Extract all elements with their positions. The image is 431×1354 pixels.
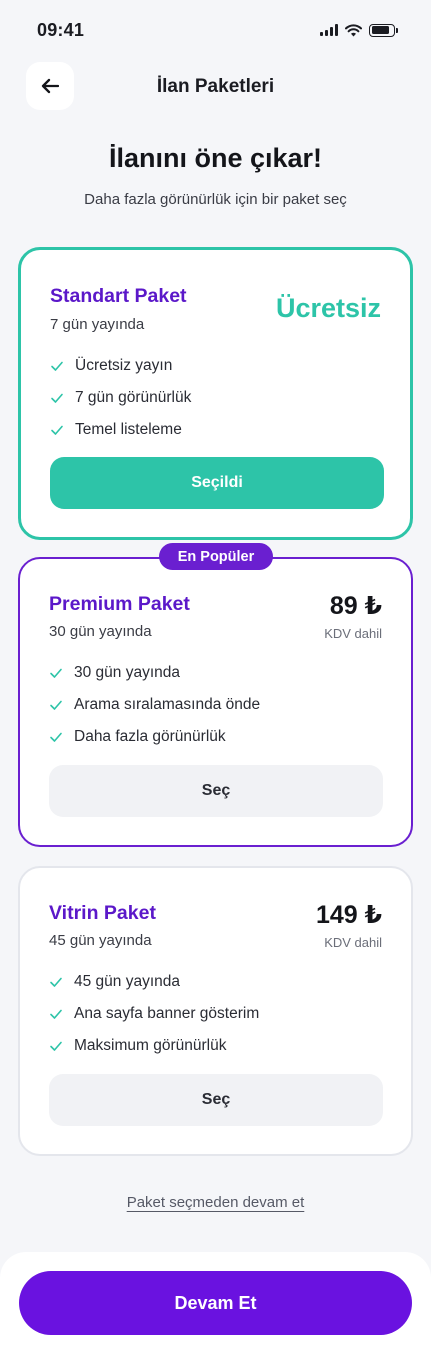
feature-label: Arama sıralamasında önde <box>74 696 261 713</box>
package-duration: 30 gün yayında <box>49 623 152 640</box>
feature-item: Ücretsiz yayın <box>50 350 191 382</box>
page-title: İlan Paketleri <box>156 76 275 97</box>
hero-title: İlanını öne çıkar! <box>108 143 323 173</box>
package-price: 149 ₺ <box>315 901 382 929</box>
select-button[interactable]: Seç <box>49 765 383 817</box>
check-icon <box>50 391 64 405</box>
footer: Devam Et <box>0 1252 431 1354</box>
feature-item: Daha fazla görünürlük <box>49 721 260 753</box>
continue-button[interactable]: Devam Et <box>19 1271 412 1335</box>
feature-label: Temel listeleme <box>75 421 182 438</box>
feature-label: Maksimum görünürlük <box>74 1037 227 1054</box>
package-card-standart[interactable]: Standart Paket 7 gün yayında Ücretsiz Üc… <box>18 247 413 540</box>
feature-item: Maksimum görünürlük <box>49 1030 259 1062</box>
feature-label: Ücretsiz yayın <box>75 357 173 374</box>
check-icon <box>49 975 63 989</box>
feature-item: 45 gün yayında <box>49 966 259 998</box>
check-icon <box>49 698 63 712</box>
signal-icon <box>320 24 338 36</box>
select-button[interactable]: Seç <box>49 1074 383 1126</box>
popular-badge: En Popüler <box>159 543 273 570</box>
check-icon <box>50 423 64 437</box>
feature-list: Ücretsiz yayın 7 gün görünürlük Temel li… <box>50 350 191 446</box>
package-card-vitrin[interactable]: Vitrin Paket 45 gün yayında 149 ₺ KDV da… <box>18 866 413 1156</box>
wifi-icon <box>345 23 362 36</box>
check-icon <box>49 1007 63 1021</box>
header: İlan Paketleri <box>0 62 431 114</box>
package-duration: 45 gün yayında <box>49 932 152 949</box>
package-name: Vitrin Paket <box>49 902 156 924</box>
tax-note: KDV dahil <box>324 935 382 950</box>
package-name: Premium Paket <box>49 593 190 615</box>
feature-label: 30 gün yayında <box>74 664 181 681</box>
check-icon <box>49 730 63 744</box>
package-duration: 7 gün yayında <box>50 316 145 333</box>
feature-label: Daha fazla görünürlük <box>74 728 226 745</box>
check-icon <box>49 1039 63 1053</box>
hero-subtitle: Daha fazla görünürlük için bir paket seç <box>84 191 347 208</box>
feature-list: 45 gün yayında Ana sayfa banner gösterim… <box>49 966 259 1062</box>
check-icon <box>50 359 64 373</box>
skip-link-row: Paket seçmeden devam et <box>0 1194 431 1211</box>
package-name: Standart Paket <box>50 285 187 307</box>
status-time: 09:41 <box>37 19 85 40</box>
feature-item: Ana sayfa banner gösterim <box>49 998 259 1030</box>
feature-label: Ana sayfa banner gösterim <box>74 1005 260 1022</box>
feature-item: Temel listeleme <box>50 414 191 446</box>
battery-icon <box>369 23 398 37</box>
feature-item: 7 gün görünürlük <box>50 382 191 414</box>
check-icon <box>49 666 63 680</box>
feature-label: 45 gün yayında <box>74 973 181 990</box>
package-price: Ücretsiz <box>275 293 381 323</box>
status-bar: 09:41 <box>0 0 431 60</box>
feature-label: 7 gün görünürlük <box>75 389 192 406</box>
feature-list: 30 gün yayında Arama sıralamasında önde … <box>49 657 260 753</box>
feature-item: 30 gün yayında <box>49 657 260 689</box>
status-icons <box>320 23 398 37</box>
package-price: 89 ₺ <box>329 592 382 620</box>
feature-item: Arama sıralamasında önde <box>49 689 260 721</box>
package-card-premium[interactable]: Premium Paket 30 gün yayında 89 ₺ KDV da… <box>18 557 413 847</box>
selected-button[interactable]: Seçildi <box>50 457 384 509</box>
tax-note: KDV dahil <box>324 626 382 641</box>
skip-link[interactable]: Paket seçmeden devam et <box>127 1194 305 1211</box>
